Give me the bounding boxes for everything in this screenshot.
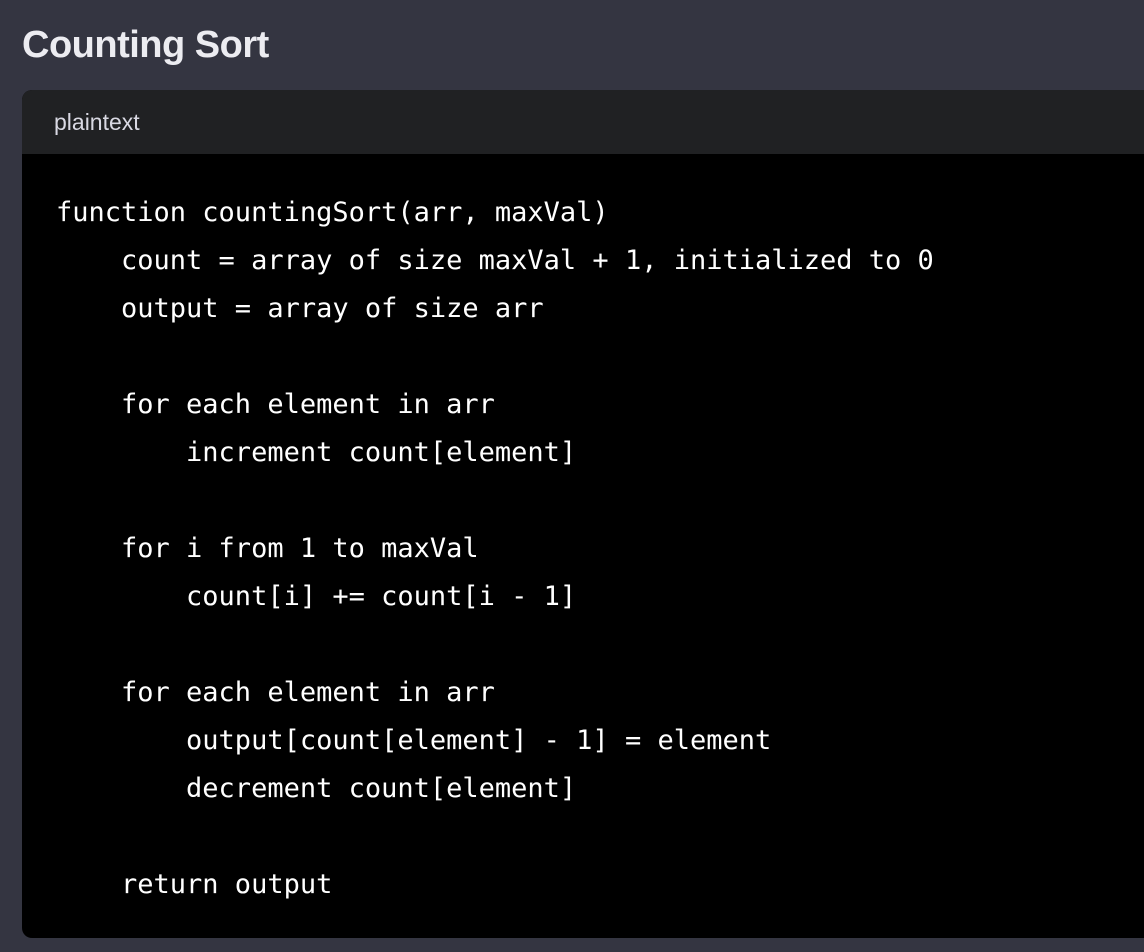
code-line: for each element in arr [56,389,495,420]
code-line: function countingSort(arr, maxVal) [56,197,609,228]
code-line: return output [56,869,333,900]
code-line: count = array of size maxVal + 1, initia… [56,245,934,276]
code-language-label: plaintext [54,108,140,135]
code-block: plaintext function countingSort(arr, max… [22,90,1144,938]
code-line: output[count[element] - 1] = element [56,725,772,756]
code-line: output = array of size arr [56,293,544,324]
code-content[interactable]: function countingSort(arr, maxVal) count… [22,154,1144,909]
code-line: count[i] += count[i - 1] [56,581,577,612]
code-line: increment count[element] [56,437,577,468]
code-block-header: plaintext [22,90,1144,154]
code-line: for each element in arr [56,677,495,708]
section-title: Counting Sort [22,24,269,66]
code-line: for i from 1 to maxVal [56,533,479,564]
code-line: decrement count[element] [56,773,577,804]
